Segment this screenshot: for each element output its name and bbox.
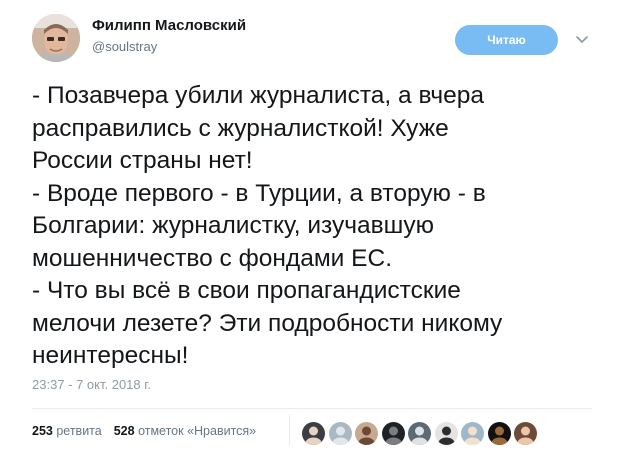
liker-avatar[interactable]	[461, 422, 484, 445]
retweets-label: ретвита	[56, 424, 102, 438]
stats-separator	[289, 414, 290, 446]
tweet-line: мошенничество с фондами ЕС.	[32, 244, 392, 272]
retweets-stat[interactable]: 253 ретвита	[32, 424, 102, 438]
liker-avatar[interactable]	[434, 422, 458, 445]
avatar[interactable]	[32, 14, 80, 62]
follow-button[interactable]: Читаю	[455, 25, 558, 55]
likes-label: отметок «Нравится»	[138, 424, 257, 438]
likes-stat[interactable]: 528 отметок «Нравится»	[114, 424, 256, 438]
profile-name[interactable]: Филипп Масловский	[92, 17, 246, 34]
liker-avatar[interactable]	[328, 422, 352, 445]
liker-avatar[interactable]	[302, 422, 325, 445]
tweet-line: Болгарии: журналистку, изучавшую	[32, 212, 434, 239]
tweet-timestamp[interactable]: 23:37 - 7 окт. 2018 г.	[32, 377, 151, 392]
tweet-line: мелочи лезете? Эти подробности никому	[32, 309, 503, 337]
chevron-down-icon[interactable]	[575, 32, 589, 46]
tweet-line: расправились с журналисткой! Хуже	[32, 114, 449, 142]
tweet-line: - Вроде первого - в Турции, а вторую - в	[32, 179, 486, 207]
tweet-text: - Позавчера убили журналиста, а вчера ра…	[32, 80, 607, 373]
tweet-line: - Что вы всё в свои пропагандистские	[32, 277, 461, 304]
tweet-line: - Позавчера убили журналиста, а вчера	[32, 82, 485, 109]
tweet-line: неинтересны!	[32, 342, 189, 369]
liker-avatar[interactable]	[408, 422, 431, 445]
divider	[32, 408, 592, 409]
retweets-count: 253	[32, 424, 53, 438]
avatar-photo	[32, 14, 80, 62]
liker-avatar[interactable]	[355, 422, 378, 445]
tweet-line: России страны нет!	[32, 147, 253, 174]
profile-handle[interactable]: @soulstray	[92, 39, 157, 54]
likes-count: 528	[113, 424, 135, 438]
liker-avatar[interactable]	[487, 422, 511, 445]
liker-avatar[interactable]	[514, 422, 537, 445]
liker-avatar[interactable]	[381, 422, 405, 445]
tweet-stats: 253 ретвита 528 отметок «Нравится»	[32, 424, 256, 438]
